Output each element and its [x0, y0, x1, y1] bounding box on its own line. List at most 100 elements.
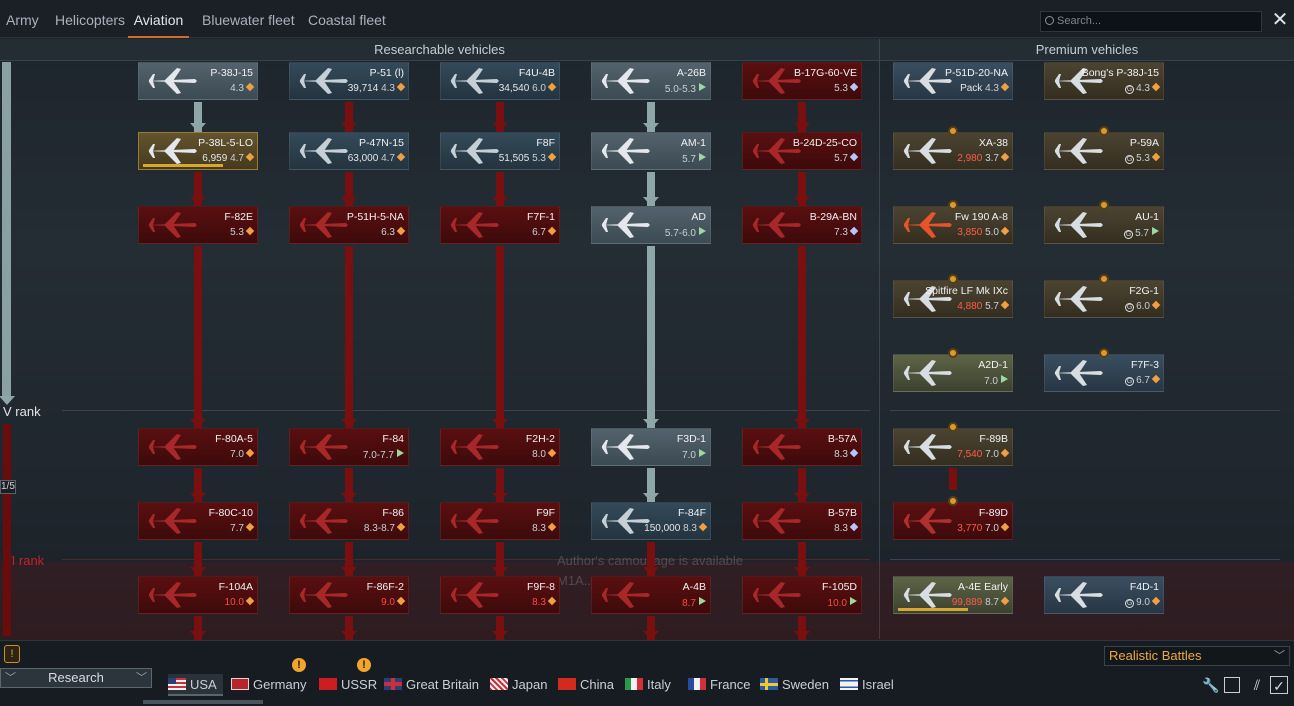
vehicle-card[interactable]: F9F 8.3: [440, 502, 560, 540]
vehicle-card[interactable]: AD 5.7-6.0: [591, 206, 711, 244]
vehicle-card[interactable]: F-104A 10.0: [138, 576, 258, 614]
vehicle-card[interactable]: F-86F-2 9.0: [289, 576, 409, 614]
vehicle-card[interactable]: F-86 8.3-8.7: [289, 502, 409, 540]
vehicle-card[interactable]: A-4E Early 99,889 8.7: [893, 576, 1013, 614]
vehicle-card[interactable]: F-82E 5.3: [138, 206, 258, 244]
connector-arrow: [341, 631, 357, 640]
game-mode-select[interactable]: Realistic Battles ﹀: [1104, 646, 1290, 666]
vehicle-card[interactable]: F-89D 3,770 7.0: [893, 502, 1013, 540]
vehicle-card[interactable]: Fw 190 A-8 3,850 5.0: [893, 206, 1013, 244]
vehicle-card[interactable]: XA-38 2,980 3.7: [893, 132, 1013, 170]
rank-class-icon: [1151, 82, 1161, 92]
rank-class-icon: [547, 448, 557, 458]
vehicle-br: 7.0: [230, 448, 255, 460]
nation-germany[interactable]: Germany: [231, 674, 306, 696]
vehicle-card[interactable]: F-84 7.0-7.7: [289, 428, 409, 466]
tree-connector: [647, 246, 655, 428]
research-points: 34,540: [498, 83, 530, 94]
nation-italy[interactable]: Italy: [625, 674, 671, 696]
vehicle-card[interactable]: B-57A 8.3: [742, 428, 862, 466]
vehicle-card[interactable]: Bong's P-38J-15 G 4.3: [1044, 62, 1164, 100]
vehicle-name: AD: [691, 211, 706, 223]
search-input[interactable]: Search...: [1040, 11, 1262, 32]
game-mode-label: Realistic Battles: [1109, 648, 1202, 663]
close-icon[interactable]: ✕: [1270, 10, 1290, 30]
vehicle-card[interactable]: P-51 (l) 39,714 4.3: [289, 62, 409, 100]
wrench-icon[interactable]: 🔧: [1202, 676, 1220, 694]
nation-label: France: [710, 677, 751, 692]
vehicle-card[interactable]: P-51D-20-NA Pack 4.3: [893, 62, 1013, 100]
vehicle-card[interactable]: F-80A-5 7.0: [138, 428, 258, 466]
tab-aviation[interactable]: Aviation: [128, 0, 189, 38]
pack-label: Pack: [960, 83, 983, 94]
vehicle-card[interactable]: A-4B 8.7: [591, 576, 711, 614]
discount-badge-icon: [948, 274, 958, 284]
nation-label: Sweden: [782, 677, 829, 692]
nation-france[interactable]: France: [688, 674, 750, 696]
connector-arrow: [643, 631, 659, 640]
filter-icon[interactable]: ⫽: [1248, 676, 1266, 694]
nation-sweden[interactable]: Sweden: [760, 674, 829, 696]
tree-connector: [194, 246, 202, 428]
rank-class-icon: [1000, 522, 1010, 532]
vehicle-card[interactable]: P-59A G 5.3: [1044, 132, 1164, 170]
vehicle-card[interactable]: P-38L-5-LO 6,959 4.7: [138, 132, 258, 170]
vehicle-card[interactable]: F2H-2 8.0: [440, 428, 560, 466]
vehicle-card[interactable]: F2G-1 G 6.0: [1044, 280, 1164, 318]
nation-label: China: [580, 677, 614, 692]
vehicle-card[interactable]: F9F-8 8.3: [440, 576, 560, 614]
vehicle-card[interactable]: F-105D 10.0: [742, 576, 862, 614]
vehicle-name: F-86: [382, 507, 404, 519]
vehicle-br: 6.7: [532, 226, 557, 238]
research-points: 150,000: [644, 523, 681, 534]
vehicle-card[interactable]: F-84F 150,000 8.3: [591, 502, 711, 540]
vehicle-card[interactable]: F-80C-10 7.7: [138, 502, 258, 540]
vehicle-card[interactable]: F3D-1 7.0: [591, 428, 711, 466]
rank-class-icon: [699, 597, 706, 605]
vehicle-card[interactable]: B-29A-BN 7.3: [742, 206, 862, 244]
vehicle-card[interactable]: Spitfire LF Mk IXc 4,880 5.7: [893, 280, 1013, 318]
vehicle-card[interactable]: AU-1 G 5.7: [1044, 206, 1164, 244]
nation-label: Italy: [647, 677, 671, 692]
vehicle-card[interactable]: P-38J-15 4.3: [138, 62, 258, 100]
vehicle-card[interactable]: F7F-1 6.7: [440, 206, 560, 244]
vehicle-card[interactable]: A-26B 5.0-5.3: [591, 62, 711, 100]
vehicle-card[interactable]: AM-1 5.7: [591, 132, 711, 170]
vehicle-card[interactable]: F8F 51,505 5.3: [440, 132, 560, 170]
vehicle-br: 2,980 3.7: [957, 152, 1010, 164]
vehicle-name: Bong's P-38J-15: [1081, 67, 1159, 79]
squadron-icon[interactable]: !: [4, 645, 20, 663]
connector-arrow: [190, 567, 206, 576]
vehicle-card[interactable]: P-47N-15 63,000 4.7: [289, 132, 409, 170]
vehicle-name: B-29A-BN: [809, 211, 857, 223]
rank-class-icon: [1001, 375, 1008, 383]
vehicle-card[interactable]: F4D-1 G 9.0: [1044, 576, 1164, 614]
tab-army[interactable]: Army: [6, 0, 39, 38]
tab-coastal-fleet[interactable]: Coastal fleet: [308, 0, 386, 38]
vehicle-price: 99,889: [951, 597, 983, 608]
nation-israel[interactable]: Israel: [840, 674, 894, 696]
rank-class-icon: [547, 596, 557, 606]
tab-helicopters[interactable]: Helicopters: [55, 0, 125, 38]
vehicle-card[interactable]: B-24D-25-CO 5.7: [742, 132, 862, 170]
nation-great-britain[interactable]: Great Britain: [384, 674, 479, 696]
nation-usa[interactable]: USA: [168, 674, 223, 696]
aircraft-icon: [600, 212, 650, 238]
checkbox-icon[interactable]: [1224, 677, 1240, 693]
tab-bluewater-fleet[interactable]: Bluewater fleet: [202, 0, 295, 38]
vehicle-card[interactable]: A2D-1 7.0: [893, 354, 1013, 392]
vehicle-card[interactable]: P-51H-5-NA 6.3: [289, 206, 409, 244]
tree-connector: [345, 246, 353, 428]
research-button[interactable]: ﹀ Research ﹀: [0, 668, 152, 688]
vehicle-card[interactable]: B-57B 8.3: [742, 502, 862, 540]
connector-arrow: [341, 419, 357, 428]
vehicle-card[interactable]: F-89B 7,540 7.0: [893, 428, 1013, 466]
vehicle-card[interactable]: F7F-3 G 6.7: [1044, 354, 1164, 392]
vehicle-name: AM-1: [680, 137, 706, 149]
vehicle-card[interactable]: F4U-4B 34,540 6.0: [440, 62, 560, 100]
nation-ussr[interactable]: USSR: [319, 674, 377, 696]
vehicle-card[interactable]: B-17G-60-VE 5.3: [742, 62, 862, 100]
check-icon[interactable]: ✓: [1270, 676, 1288, 694]
nation-japan[interactable]: Japan: [490, 674, 547, 696]
nation-china[interactable]: China: [558, 674, 614, 696]
